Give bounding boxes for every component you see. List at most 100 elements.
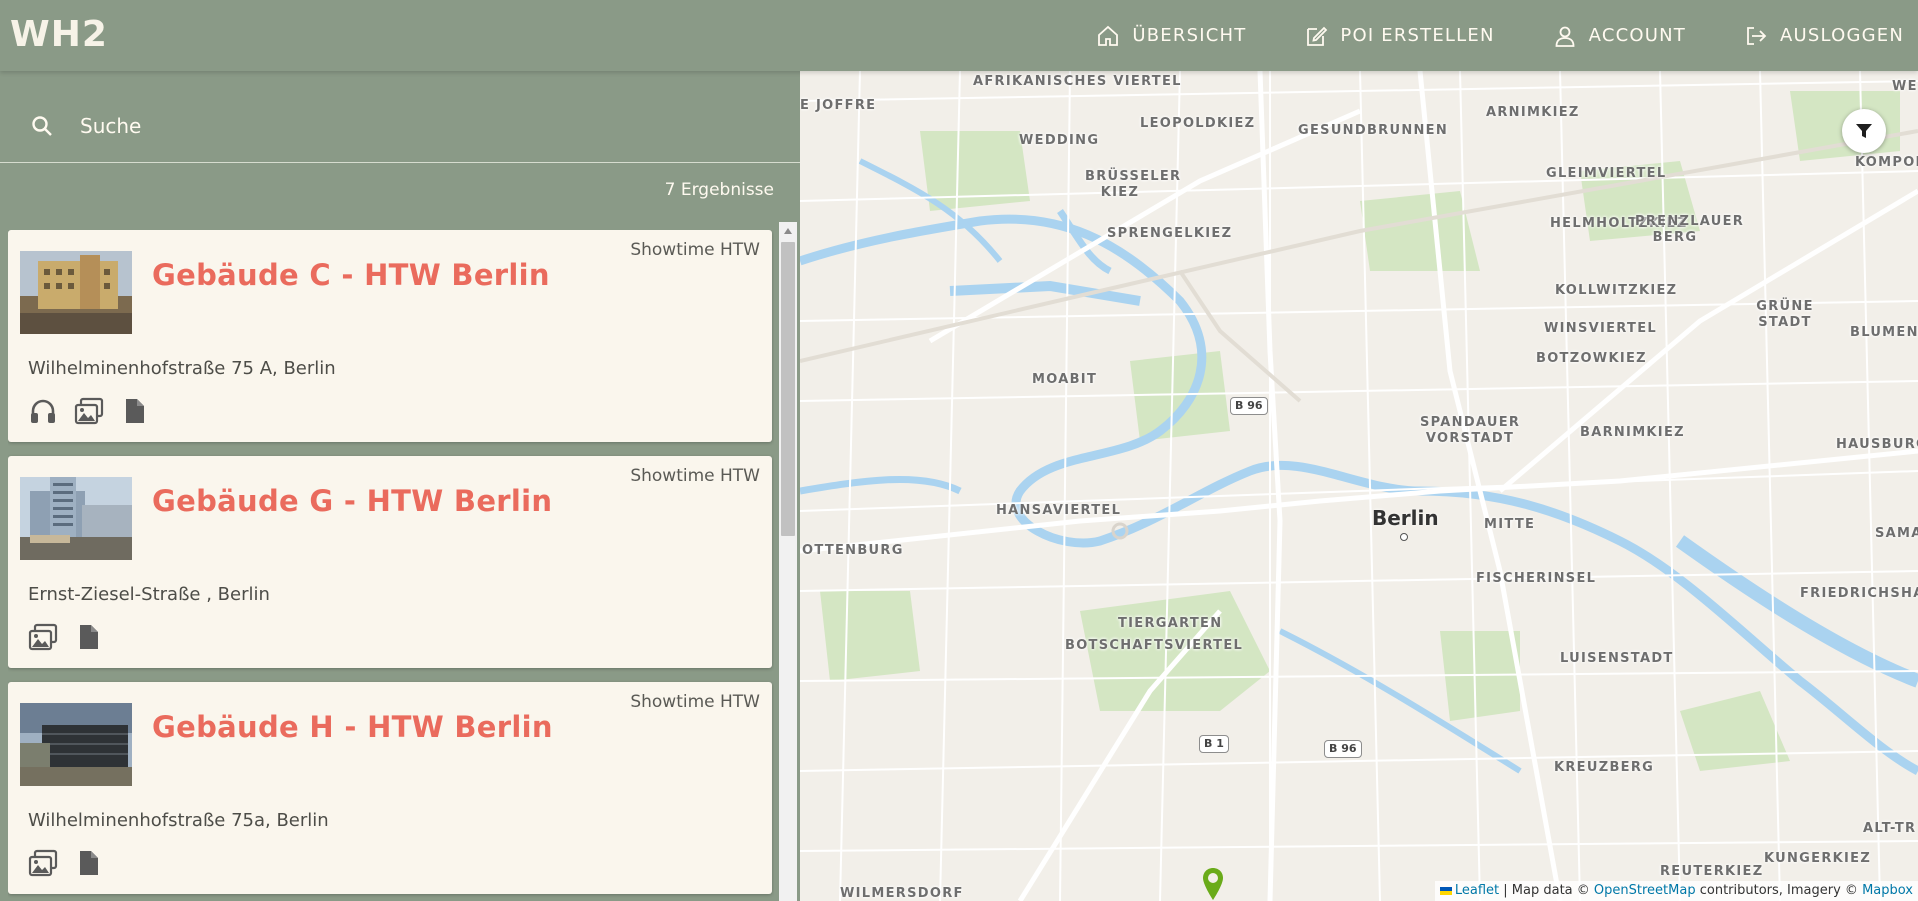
edit-icon <box>1307 26 1328 46</box>
nav-overview[interactable]: ÜBERSICHT <box>1096 24 1246 48</box>
map-label: FISCHERINSEL <box>1476 571 1597 586</box>
map-label: GRÜNE STADT <box>1756 299 1814 330</box>
map-marker-icon[interactable] <box>1202 867 1224 901</box>
map[interactable]: AFRIKANISCHES VIERTEL LEOPOLDKIEZ GESUND… <box>800 71 1918 901</box>
map-label: KUNGERKIEZ <box>1764 851 1872 866</box>
map-tiles <box>800 71 1918 901</box>
top-bar: WH2 ÜBERSICHT POI ERSTELLEN ACCOUNT AUSL… <box>0 0 1918 71</box>
home-icon <box>1098 25 1119 46</box>
map-label: E JOFFRE <box>800 98 877 113</box>
map-label: BARNIMKIEZ <box>1580 425 1685 440</box>
image-icon <box>28 623 58 651</box>
document-icon <box>80 625 98 649</box>
results-list: Showtime HTW Gebäude C - HTW Berlin Wilh… <box>8 230 774 901</box>
map-label: LUISENSTADT <box>1560 651 1674 666</box>
map-label: ARNIMKIEZ <box>1486 105 1580 120</box>
filter-icon <box>1856 124 1872 138</box>
nav-create-poi[interactable]: POI ERSTELLEN <box>1304 24 1494 48</box>
map-label: HANSAVIERTEL <box>996 503 1122 518</box>
map-attribution: Leaflet | Map data © OpenStreetMap contr… <box>1434 881 1918 901</box>
poi-address: Ernst-Ziesel-Straße , Berlin <box>28 584 270 605</box>
search-icon <box>32 116 52 136</box>
scrollbar-thumb[interactable] <box>781 242 795 536</box>
image-icon <box>28 849 58 877</box>
mapbox-link[interactable]: Mapbox <box>1862 883 1913 898</box>
user-icon <box>1555 26 1575 47</box>
sidebar: 7 Ergebnisse Showtime HTW Gebäude C - HT… <box>0 71 800 901</box>
document-icon <box>126 399 144 423</box>
poi-tag: Showtime HTW <box>630 240 760 260</box>
osm-link[interactable]: OpenStreetMap <box>1594 883 1696 898</box>
poi-title[interactable]: Gebäude G - HTW Berlin <box>152 484 552 518</box>
map-label: BLUMENV <box>1850 325 1918 340</box>
map-label: BOTSCHAFTSVIERTEL <box>1065 638 1244 653</box>
map-label: KREUZBERG <box>1554 760 1655 775</box>
map-label: BOTZOWKIEZ <box>1536 351 1647 366</box>
search-input[interactable] <box>78 104 762 148</box>
results-scrollbar[interactable] <box>779 222 797 901</box>
poi-media-icons <box>28 849 120 877</box>
road-badge: B 1 <box>1199 735 1229 753</box>
poi-thumbnail <box>20 477 132 560</box>
image-icon <box>74 397 104 425</box>
map-label: GLEIMVIERTEL <box>1546 166 1667 181</box>
map-label: REUTERKIEZ <box>1660 864 1764 879</box>
poi-media-icons <box>28 623 120 651</box>
map-label: HAUSBURGVIER <box>1836 437 1918 452</box>
nav-account-label: ACCOUNT <box>1588 25 1686 46</box>
map-label: KOMPONISTE <box>1855 155 1918 170</box>
document-icon <box>80 851 98 875</box>
map-label: BRÜSSELER KIEZ <box>1085 169 1182 200</box>
poi-thumbnail <box>20 703 132 786</box>
poi-card[interactable]: Showtime HTW Gebäude C - HTW Berlin Wilh… <box>8 230 772 442</box>
ukraine-flag-icon <box>1439 886 1452 895</box>
leaflet-link[interactable]: Leaflet <box>1455 883 1499 898</box>
map-label: WEDDING <box>1019 133 1100 148</box>
map-label: AFRIKANISCHES VIERTEL <box>973 74 1182 89</box>
road-badge: B 96 <box>1324 740 1362 758</box>
map-label: GESUNDBRUNNEN <box>1298 123 1449 138</box>
poi-title[interactable]: Gebäude H - HTW Berlin <box>152 710 553 744</box>
poi-tag: Showtime HTW <box>630 692 760 712</box>
poi-card[interactable]: Showtime HTW Gebäude G - HTW Berlin Erns… <box>8 456 772 668</box>
poi-title[interactable]: Gebäude C - HTW Berlin <box>152 258 550 292</box>
city-marker-dot <box>1400 533 1408 541</box>
audio-icon <box>31 399 55 423</box>
nav-overview-label: ÜBERSICHT <box>1132 25 1247 46</box>
map-label: SAMA <box>1875 526 1918 541</box>
attribution-text: contributors, Imagery © <box>1695 883 1863 898</box>
nav-logout[interactable]: AUSLOGGEN <box>1744 24 1904 48</box>
poi-tag: Showtime HTW <box>630 466 760 486</box>
results-count: 7 Ergebnisse <box>664 180 774 200</box>
app-logo[interactable]: WH2 <box>10 14 108 55</box>
map-label: MITTE <box>1484 517 1536 532</box>
search-bar <box>0 71 800 163</box>
map-label: WE <box>1892 79 1918 94</box>
nav-create-poi-label: POI ERSTELLEN <box>1340 25 1495 46</box>
nav-logout-label: AUSLOGGEN <box>1779 25 1904 46</box>
poi-address: Wilhelminenhofstraße 75a, Berlin <box>28 810 329 831</box>
map-label: WINSVIERTEL <box>1544 321 1657 336</box>
filter-button[interactable] <box>1842 109 1886 153</box>
nav-account[interactable]: ACCOUNT <box>1553 24 1686 48</box>
map-label: LEOPOLDKIEZ <box>1140 116 1256 131</box>
map-label: SPANDAUER VORSTADT <box>1420 415 1521 446</box>
map-label: KOLLWITZKIEZ <box>1555 283 1678 298</box>
map-label: PRENZLAUER BERG <box>1635 214 1745 245</box>
poi-address: Wilhelminenhofstraße 75 A, Berlin <box>28 358 336 379</box>
map-label: WILMERSDORF <box>840 886 964 901</box>
map-label: FRIEDRICHSHAIN <box>1800 586 1918 601</box>
attribution-text: | Map data © <box>1499 883 1594 898</box>
map-label: MOABIT <box>1032 372 1098 387</box>
map-label: OTTENBURG <box>802 543 904 558</box>
map-label: TIERGARTEN <box>1118 616 1223 631</box>
poi-card[interactable]: Showtime HTW Gebäude H - HTW Berlin Wilh… <box>8 682 772 894</box>
city-label: Berlin <box>1372 506 1439 530</box>
map-label: SPRENGELKIEZ <box>1107 226 1233 241</box>
poi-thumbnail <box>20 251 132 334</box>
scroll-up-arrow-icon[interactable] <box>784 228 792 234</box>
road-badge: B 96 <box>1230 397 1268 415</box>
map-label: ALT-TR <box>1863 821 1917 836</box>
main-nav: ÜBERSICHT POI ERSTELLEN ACCOUNT AUSLOGGE… <box>1038 0 1904 71</box>
logout-icon <box>1747 26 1767 45</box>
